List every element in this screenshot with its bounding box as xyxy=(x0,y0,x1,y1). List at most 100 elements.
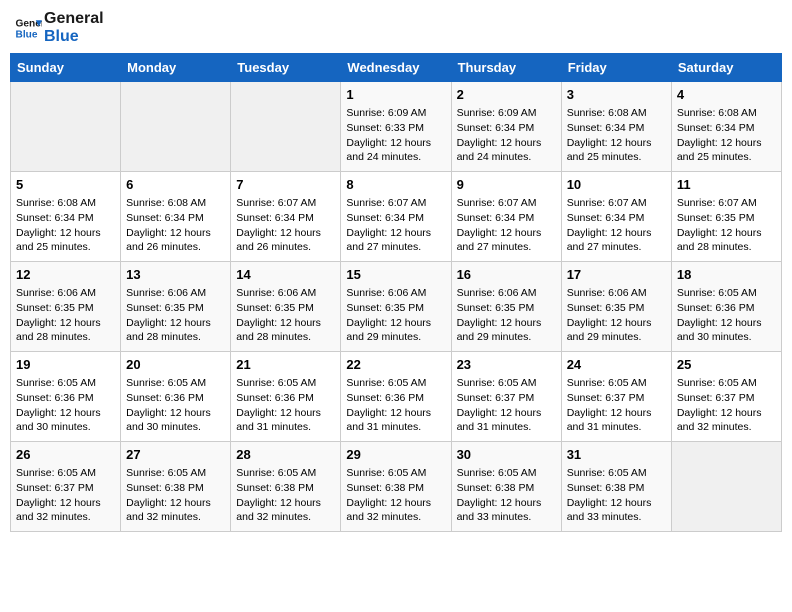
daylight-text: Daylight: 12 hours and 28 minutes. xyxy=(677,226,776,255)
sunset-text: Sunset: 6:38 PM xyxy=(457,481,556,496)
day-cell: 16Sunrise: 6:06 AMSunset: 6:35 PMDayligh… xyxy=(451,262,561,352)
day-number: 12 xyxy=(16,266,115,284)
weekday-header-thursday: Thursday xyxy=(451,54,561,82)
day-number: 13 xyxy=(126,266,225,284)
sunrise-text: Sunrise: 6:09 AM xyxy=(346,106,445,121)
day-number: 9 xyxy=(457,176,556,194)
day-cell: 18Sunrise: 6:05 AMSunset: 6:36 PMDayligh… xyxy=(671,262,781,352)
day-cell: 21Sunrise: 6:05 AMSunset: 6:36 PMDayligh… xyxy=(231,352,341,442)
daylight-text: Daylight: 12 hours and 24 minutes. xyxy=(346,136,445,165)
day-number: 25 xyxy=(677,356,776,374)
sunrise-text: Sunrise: 6:05 AM xyxy=(236,466,335,481)
sunrise-text: Sunrise: 6:07 AM xyxy=(677,196,776,211)
sunset-text: Sunset: 6:33 PM xyxy=(346,121,445,136)
daylight-text: Daylight: 12 hours and 25 minutes. xyxy=(16,226,115,255)
daylight-text: Daylight: 12 hours and 33 minutes. xyxy=(567,496,666,525)
day-cell: 13Sunrise: 6:06 AMSunset: 6:35 PMDayligh… xyxy=(121,262,231,352)
daylight-text: Daylight: 12 hours and 31 minutes. xyxy=(567,406,666,435)
sunset-text: Sunset: 6:35 PM xyxy=(236,301,335,316)
weekday-header-friday: Friday xyxy=(561,54,671,82)
daylight-text: Daylight: 12 hours and 33 minutes. xyxy=(457,496,556,525)
header: General Blue General Blue xyxy=(10,10,782,45)
sunset-text: Sunset: 6:35 PM xyxy=(567,301,666,316)
day-cell: 12Sunrise: 6:06 AMSunset: 6:35 PMDayligh… xyxy=(11,262,121,352)
sunrise-text: Sunrise: 6:07 AM xyxy=(567,196,666,211)
sunset-text: Sunset: 6:34 PM xyxy=(567,211,666,226)
sunset-text: Sunset: 6:36 PM xyxy=(677,301,776,316)
daylight-text: Daylight: 12 hours and 28 minutes. xyxy=(236,316,335,345)
daylight-text: Daylight: 12 hours and 32 minutes. xyxy=(677,406,776,435)
daylight-text: Daylight: 12 hours and 31 minutes. xyxy=(346,406,445,435)
sunrise-text: Sunrise: 6:05 AM xyxy=(126,466,225,481)
logo-general: General xyxy=(44,10,104,28)
day-cell: 19Sunrise: 6:05 AMSunset: 6:36 PMDayligh… xyxy=(11,352,121,442)
daylight-text: Daylight: 12 hours and 27 minutes. xyxy=(567,226,666,255)
day-cell: 8Sunrise: 6:07 AMSunset: 6:34 PMDaylight… xyxy=(341,172,451,262)
sunrise-text: Sunrise: 6:06 AM xyxy=(16,286,115,301)
week-row-3: 12Sunrise: 6:06 AMSunset: 6:35 PMDayligh… xyxy=(11,262,782,352)
sunrise-text: Sunrise: 6:05 AM xyxy=(16,466,115,481)
day-number: 27 xyxy=(126,446,225,464)
day-number: 19 xyxy=(16,356,115,374)
day-cell: 9Sunrise: 6:07 AMSunset: 6:34 PMDaylight… xyxy=(451,172,561,262)
day-number: 24 xyxy=(567,356,666,374)
sunset-text: Sunset: 6:38 PM xyxy=(567,481,666,496)
day-cell: 27 Sunrise: 6:05 AMSunset: 6:38 PMDayligh… xyxy=(121,442,231,532)
sunset-text: Sunset: 6:36 PM xyxy=(346,391,445,406)
logo-blue: Blue xyxy=(44,28,104,46)
sunset-text: Sunset: 6:37 PM xyxy=(677,391,776,406)
sunset-text: Sunset: 6:34 PM xyxy=(457,211,556,226)
day-number: 26 xyxy=(16,446,115,464)
weekday-header-tuesday: Tuesday xyxy=(231,54,341,82)
sunrise-text: Sunrise: 6:07 AM xyxy=(346,196,445,211)
day-number: 31 xyxy=(567,446,666,464)
weekday-header-row: SundayMondayTuesdayWednesdayThursdayFrid… xyxy=(11,54,782,82)
day-number: 29 xyxy=(346,446,445,464)
day-cell: 25Sunrise: 6:05 AMSunset: 6:37 PMDayligh… xyxy=(671,352,781,442)
sunrise-text: Sunrise: 6:05 AM xyxy=(346,466,445,481)
day-cell: 23Sunrise: 6:05 AMSunset: 6:37 PMDayligh… xyxy=(451,352,561,442)
week-row-1: 1Sunrise: 6:09 AMSunset: 6:33 PMDaylight… xyxy=(11,82,782,172)
day-cell: 20Sunrise: 6:05 AMSunset: 6:36 PMDayligh… xyxy=(121,352,231,442)
sunrise-text: Sunrise: 6:06 AM xyxy=(567,286,666,301)
svg-text:Blue: Blue xyxy=(16,29,38,40)
day-number: 17 xyxy=(567,266,666,284)
sunset-text: Sunset: 6:35 PM xyxy=(457,301,556,316)
day-number: 23 xyxy=(457,356,556,374)
day-cell xyxy=(671,442,781,532)
day-number: 22 xyxy=(346,356,445,374)
sunset-text: Sunset: 6:34 PM xyxy=(677,121,776,136)
day-number: 3 xyxy=(567,86,666,104)
weekday-header-saturday: Saturday xyxy=(671,54,781,82)
sunrise-text: Sunrise: 6:05 AM xyxy=(567,466,666,481)
sunset-text: Sunset: 6:38 PM xyxy=(346,481,445,496)
sunrise-text: Sunrise: 6:05 AM xyxy=(346,376,445,391)
sunrise-text: Sunrise: 6:08 AM xyxy=(567,106,666,121)
daylight-text: Daylight: 12 hours and 25 minutes. xyxy=(567,136,666,165)
daylight-text: Daylight: 12 hours and 29 minutes. xyxy=(346,316,445,345)
daylight-text: Daylight: 12 hours and 32 minutes. xyxy=(126,496,225,525)
day-cell: 6Sunrise: 6:08 AMSunset: 6:34 PMDaylight… xyxy=(121,172,231,262)
day-number: 1 xyxy=(346,86,445,104)
day-number: 7 xyxy=(236,176,335,194)
logo: General Blue General Blue xyxy=(14,10,104,45)
week-row-2: 5Sunrise: 6:08 AMSunset: 6:34 PMDaylight… xyxy=(11,172,782,262)
day-cell: 28Sunrise: 6:05 AMSunset: 6:38 PMDayligh… xyxy=(231,442,341,532)
sunrise-text: Sunrise: 6:08 AM xyxy=(16,196,115,211)
day-number: 15 xyxy=(346,266,445,284)
sunset-text: Sunset: 6:38 PM xyxy=(126,481,225,496)
sunset-text: Sunset: 6:34 PM xyxy=(236,211,335,226)
day-number: 21 xyxy=(236,356,335,374)
day-number: 28 xyxy=(236,446,335,464)
day-cell: 7Sunrise: 6:07 AMSunset: 6:34 PMDaylight… xyxy=(231,172,341,262)
sunset-text: Sunset: 6:37 PM xyxy=(16,481,115,496)
sunrise-text: Sunrise: 6:06 AM xyxy=(457,286,556,301)
day-cell: 22 Sunrise: 6:05 AMSunset: 6:36 PMDayligh… xyxy=(341,352,451,442)
sunrise-text: Sunrise: 6:08 AM xyxy=(677,106,776,121)
sunrise-text: Sunrise: 6:09 AM xyxy=(457,106,556,121)
sunrise-text: Sunrise: 6:05 AM xyxy=(677,286,776,301)
day-cell: 4Sunrise: 6:08 AMSunset: 6:34 PMDaylight… xyxy=(671,82,781,172)
day-number: 10 xyxy=(567,176,666,194)
sunset-text: Sunset: 6:35 PM xyxy=(677,211,776,226)
sunset-text: Sunset: 6:34 PM xyxy=(567,121,666,136)
